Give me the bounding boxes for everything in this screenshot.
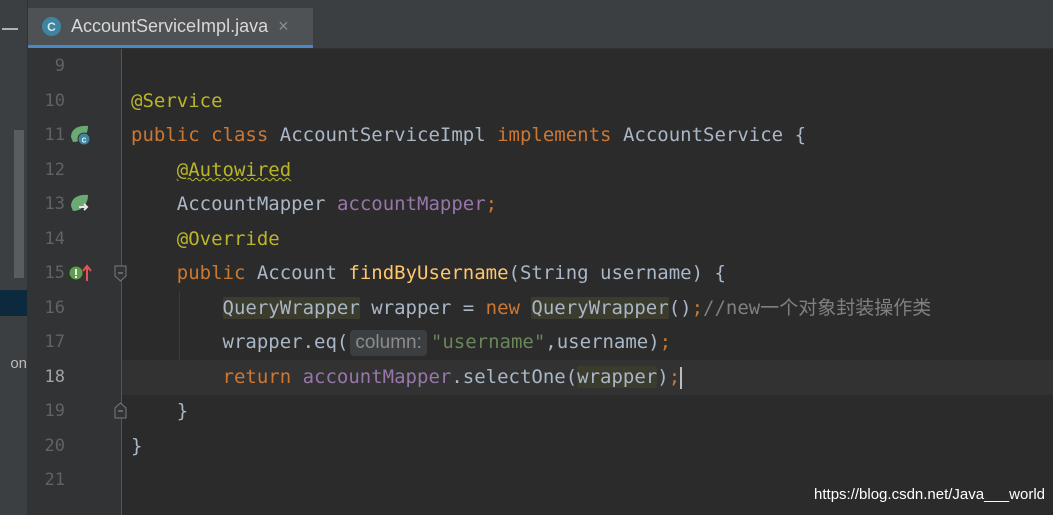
constructor-name: QueryWrapper	[531, 297, 669, 319]
code-text: QueryWrapper wrapper = new QueryWrapper(…	[131, 291, 931, 326]
text-caret	[680, 366, 683, 389]
annotation-override: @Override	[176, 228, 280, 250]
class-name: AccountServiceImpl	[279, 124, 486, 146]
code-fragment: )	[657, 366, 669, 388]
override-icon[interactable]	[68, 261, 94, 285]
code-fragment: ,username)	[545, 331, 660, 353]
annotation-autowired: @Autowired	[176, 159, 292, 181]
class-icon: C	[42, 17, 61, 36]
code-text: }	[131, 429, 142, 464]
code-line[interactable]: 19 }	[45, 394, 1053, 429]
project-scrollbar[interactable]	[14, 130, 24, 278]
comment: //new一个对象封装操作类	[703, 297, 932, 319]
field-name: accountMapper	[336, 193, 486, 215]
tab-account-service-impl[interactable]: C AccountServiceImpl.java ×	[28, 8, 313, 48]
line-number: 11	[44, 125, 65, 145]
string-literal: "username"	[430, 331, 546, 353]
brace: }	[176, 400, 189, 422]
annotation-service: @Service	[131, 90, 223, 112]
project-selected-row[interactable]	[0, 290, 27, 316]
code-line[interactable]: 11 public class AccountServiceImpl imple…	[45, 118, 1053, 153]
line-number: 19	[44, 401, 65, 421]
keyword: public	[131, 124, 200, 146]
code-fragment: wrapper =	[359, 297, 486, 319]
semicolon: ;	[691, 297, 704, 319]
type-name: QueryWrapper	[222, 297, 360, 319]
line-number: 14	[44, 229, 65, 249]
code-line[interactable]: 14 @Override	[45, 222, 1053, 257]
code-line[interactable]: 10 @Service	[45, 84, 1053, 119]
line-number: 9	[54, 56, 65, 76]
keyword: implements	[497, 124, 612, 146]
code-text: AccountMapper accountMapper;	[131, 187, 497, 222]
project-tree-text: on	[10, 355, 27, 372]
code-fragment: ()	[668, 297, 692, 319]
code-line[interactable]: 20 }	[45, 429, 1053, 464]
code-line[interactable]: 12 @Autowired	[45, 153, 1053, 188]
code-line[interactable]: 13 AccountMapper accountMapper;	[45, 187, 1053, 222]
line-number: 15	[44, 263, 65, 283]
line-number: 10	[44, 91, 65, 111]
code-line[interactable]: 16 QueryWrapper wrapper = new QueryWrapp…	[45, 291, 1053, 326]
spring-autowired-icon[interactable]	[68, 192, 92, 216]
code-text: public Account findByUsername(String use…	[131, 256, 726, 291]
project-panel-strip: on	[0, 0, 28, 515]
keyword: return	[222, 366, 292, 388]
close-icon[interactable]: ×	[278, 16, 289, 37]
spring-bean-implements-icon[interactable]: c	[68, 123, 92, 147]
code-line[interactable]: 17 wrapper.eq(column: "username",username…	[45, 325, 1053, 360]
code-fragment: wrapper.eq(	[222, 331, 349, 353]
line-number: 16	[44, 298, 65, 318]
watermark: https://blog.csdn.net/Java___world	[814, 486, 1045, 503]
collapse-icon[interactable]	[2, 28, 18, 30]
semicolon: ;	[668, 366, 681, 388]
params: (String username) {	[508, 262, 726, 284]
keyword: public	[176, 262, 246, 284]
line-number: 12	[44, 160, 65, 180]
code-line-current[interactable]: 18 return accountMapper.selectOne(wrappe…	[45, 360, 1053, 395]
line-number: 20	[44, 436, 65, 456]
type-name: Account	[256, 262, 337, 284]
method-name: findByUsername	[348, 262, 509, 284]
interface-name: AccountService	[622, 124, 784, 146]
code-text: @Autowired	[131, 153, 291, 188]
code-editor[interactable]: 9 10 @Service 11 public class AccountSer…	[45, 49, 1053, 515]
line-number: 13	[44, 194, 65, 214]
keyword: class	[211, 124, 269, 146]
semicolon: ;	[485, 193, 498, 215]
code-text: @Service	[131, 84, 223, 119]
code-text: wrapper.eq(column: "username",username);	[131, 325, 671, 360]
code-line[interactable]: 9	[55, 49, 1053, 84]
svg-text:c: c	[81, 135, 86, 145]
code-text: return accountMapper.selectOne(wrapper);	[131, 360, 683, 395]
brace: {	[794, 124, 807, 146]
code-fragment: .selectOne(	[451, 366, 578, 388]
editor-tab-bar: C AccountServiceImpl.java ×	[28, 0, 1053, 49]
tab-label: AccountServiceImpl.java	[71, 16, 269, 36]
semicolon: ;	[659, 331, 672, 353]
line-number: 17	[44, 332, 65, 352]
code-text: public class AccountServiceImpl implemen…	[131, 118, 806, 153]
line-number: 18	[44, 367, 65, 387]
code-text: @Override	[131, 222, 280, 257]
code-line[interactable]: 15 public Account findByUsername(String …	[45, 256, 1053, 291]
parameter-hint: column:	[350, 330, 427, 356]
type-name: AccountMapper	[176, 193, 326, 215]
code-text: }	[131, 394, 188, 429]
argument: wrapper	[577, 366, 658, 388]
keyword: new	[485, 297, 520, 319]
line-number: 21	[44, 470, 65, 490]
brace: }	[131, 435, 143, 457]
field-name: accountMapper	[302, 366, 452, 388]
